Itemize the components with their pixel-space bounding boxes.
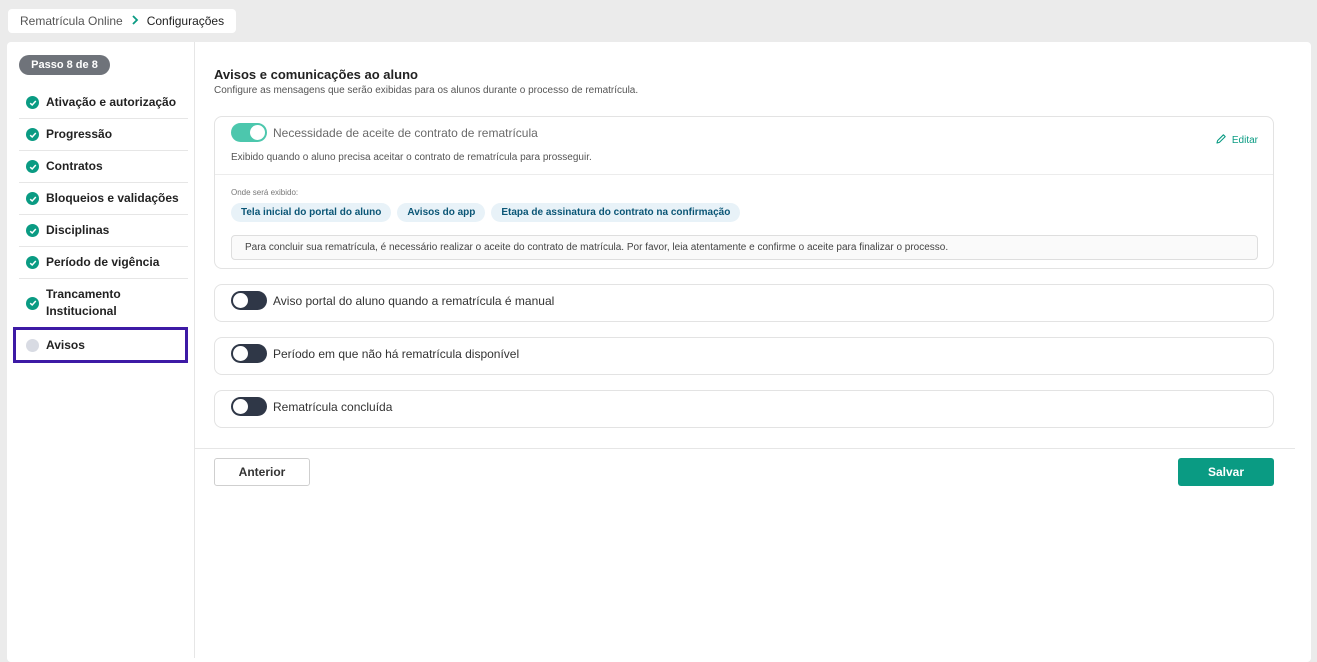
step-label: Ativação e autorização — [46, 95, 177, 109]
step-item-bloqueios[interactable]: Bloqueios e validações — [19, 183, 188, 215]
notice-label: Rematrícula concluída — [273, 400, 393, 414]
previous-button[interactable]: Anterior — [214, 458, 310, 486]
step-item-contratos[interactable]: Contratos — [19, 151, 188, 183]
step-item-periodo-vigencia[interactable]: Período de vigência — [19, 247, 188, 279]
step-list: Ativação e autorização Progressão Contra… — [13, 87, 188, 363]
location-chips: Tela inicial do portal do aluno Avisos d… — [231, 203, 741, 222]
toggle-knob — [233, 293, 248, 308]
page-title: Avisos e comunicações ao aluno — [214, 67, 418, 82]
step-label: Trancamento Institucional — [46, 287, 121, 318]
check-circle-icon — [26, 160, 39, 173]
notice-label: Aviso portal do aluno quando a rematrícu… — [273, 294, 555, 308]
location-chip: Avisos do app — [397, 203, 486, 222]
notice-label: Necessidade de aceite de contrato de rem… — [273, 126, 538, 140]
steps-sidebar: Passo 8 de 8 Ativação e autorização Prog… — [7, 42, 195, 658]
step-label: Bloqueios e validações — [46, 191, 179, 205]
check-circle-icon — [26, 128, 39, 141]
chevron-right-icon — [131, 14, 139, 28]
step-label: Contratos — [46, 159, 103, 173]
step-item-progressao[interactable]: Progressão — [19, 119, 188, 151]
notice-toggle-portal-manual[interactable] — [231, 291, 267, 310]
check-circle-icon — [26, 192, 39, 205]
notice-label: Período em que não há rematrícula dispon… — [273, 347, 520, 361]
notice-toggle-aceite-contrato[interactable] — [231, 123, 267, 142]
check-circle-icon — [26, 296, 39, 310]
step-label: Período de vigência — [46, 255, 160, 269]
breadcrumb: Rematrícula Online Configurações — [8, 9, 237, 33]
step-label: Avisos — [46, 337, 85, 352]
notice-card-aceite-contrato: Necessidade de aceite de contrato de rem… — [214, 116, 1274, 269]
save-button[interactable]: Salvar — [1178, 458, 1274, 486]
toggle-knob — [250, 125, 265, 140]
step-label: Disciplinas — [46, 223, 110, 237]
step-item-avisos[interactable]: Avisos — [13, 327, 188, 363]
edit-label: Editar — [1231, 135, 1258, 146]
divider — [215, 174, 1273, 175]
notice-description: Exibido quando o aluno precisa aceitar o… — [231, 152, 592, 163]
notice-card-sem-rematricula: Período em que não há rematrícula dispon… — [214, 337, 1274, 375]
notice-card-portal-manual: Aviso portal do aluno quando a rematrícu… — [214, 284, 1274, 322]
toggle-knob — [233, 346, 248, 361]
location-chip: Etapa de assinatura do contrato na confi… — [491, 203, 741, 222]
pending-circle-icon — [26, 338, 39, 352]
step-label: Progressão — [46, 127, 113, 141]
check-circle-icon — [26, 256, 39, 269]
notice-toggle-sem-rematricula[interactable] — [231, 344, 267, 363]
step-item-disciplinas[interactable]: Disciplinas — [19, 215, 188, 247]
page-subtitle: Configure as mensagens que serão exibida… — [214, 85, 639, 96]
check-circle-icon — [26, 224, 39, 237]
notice-card-concluida: Rematrícula concluída — [214, 390, 1274, 428]
notice-message-preview: Para concluir sua rematrícula, é necessá… — [231, 235, 1258, 260]
toggle-knob — [233, 399, 248, 414]
footer-divider — [195, 448, 1295, 449]
location-chip: Tela inicial do portal do aluno — [231, 203, 392, 222]
check-circle-icon — [26, 96, 39, 109]
edit-button[interactable]: Editar — [1215, 133, 1258, 148]
breadcrumb-item-rematricula[interactable]: Rematrícula Online — [20, 14, 123, 28]
pencil-icon — [1215, 133, 1227, 148]
where-label: Onde será exibido: — [231, 188, 299, 197]
main-panel: Passo 8 de 8 Ativação e autorização Prog… — [7, 42, 1311, 662]
step-item-ativacao[interactable]: Ativação e autorização — [19, 87, 188, 119]
notice-toggle-concluida[interactable] — [231, 397, 267, 416]
step-item-trancamento[interactable]: Trancamento Institucional — [19, 279, 188, 328]
breadcrumb-item-configuracoes: Configurações — [146, 14, 225, 28]
step-badge: Passo 8 de 8 — [19, 55, 110, 75]
